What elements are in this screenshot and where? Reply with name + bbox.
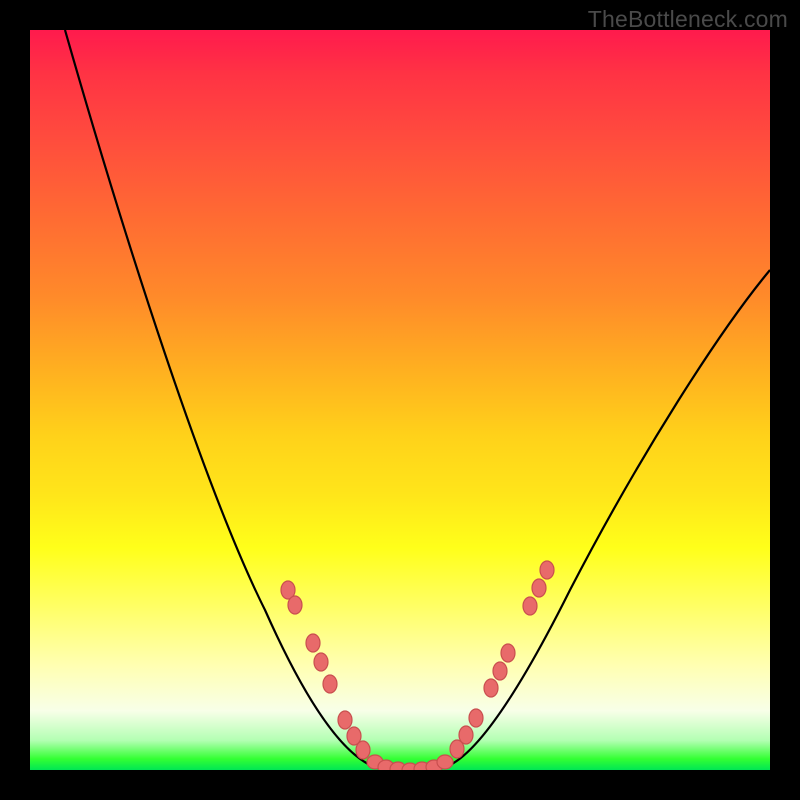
data-dot: [501, 644, 515, 662]
data-dot: [306, 634, 320, 652]
data-dot: [469, 709, 483, 727]
data-dot: [540, 561, 554, 579]
data-dot: [523, 597, 537, 615]
bottleneck-curve: [65, 30, 770, 769]
data-dot: [532, 579, 546, 597]
data-dot: [459, 726, 473, 744]
data-dot: [288, 596, 302, 614]
chart-frame: TheBottleneck.com: [0, 0, 800, 800]
data-dot: [356, 741, 370, 759]
data-dot: [314, 653, 328, 671]
data-dot: [493, 662, 507, 680]
data-dot: [338, 711, 352, 729]
watermark-text: TheBottleneck.com: [588, 6, 788, 33]
data-dot: [484, 679, 498, 697]
plot-area: [30, 30, 770, 770]
curve-layer: [30, 30, 770, 770]
data-dot: [323, 675, 337, 693]
data-dot: [437, 755, 453, 769]
